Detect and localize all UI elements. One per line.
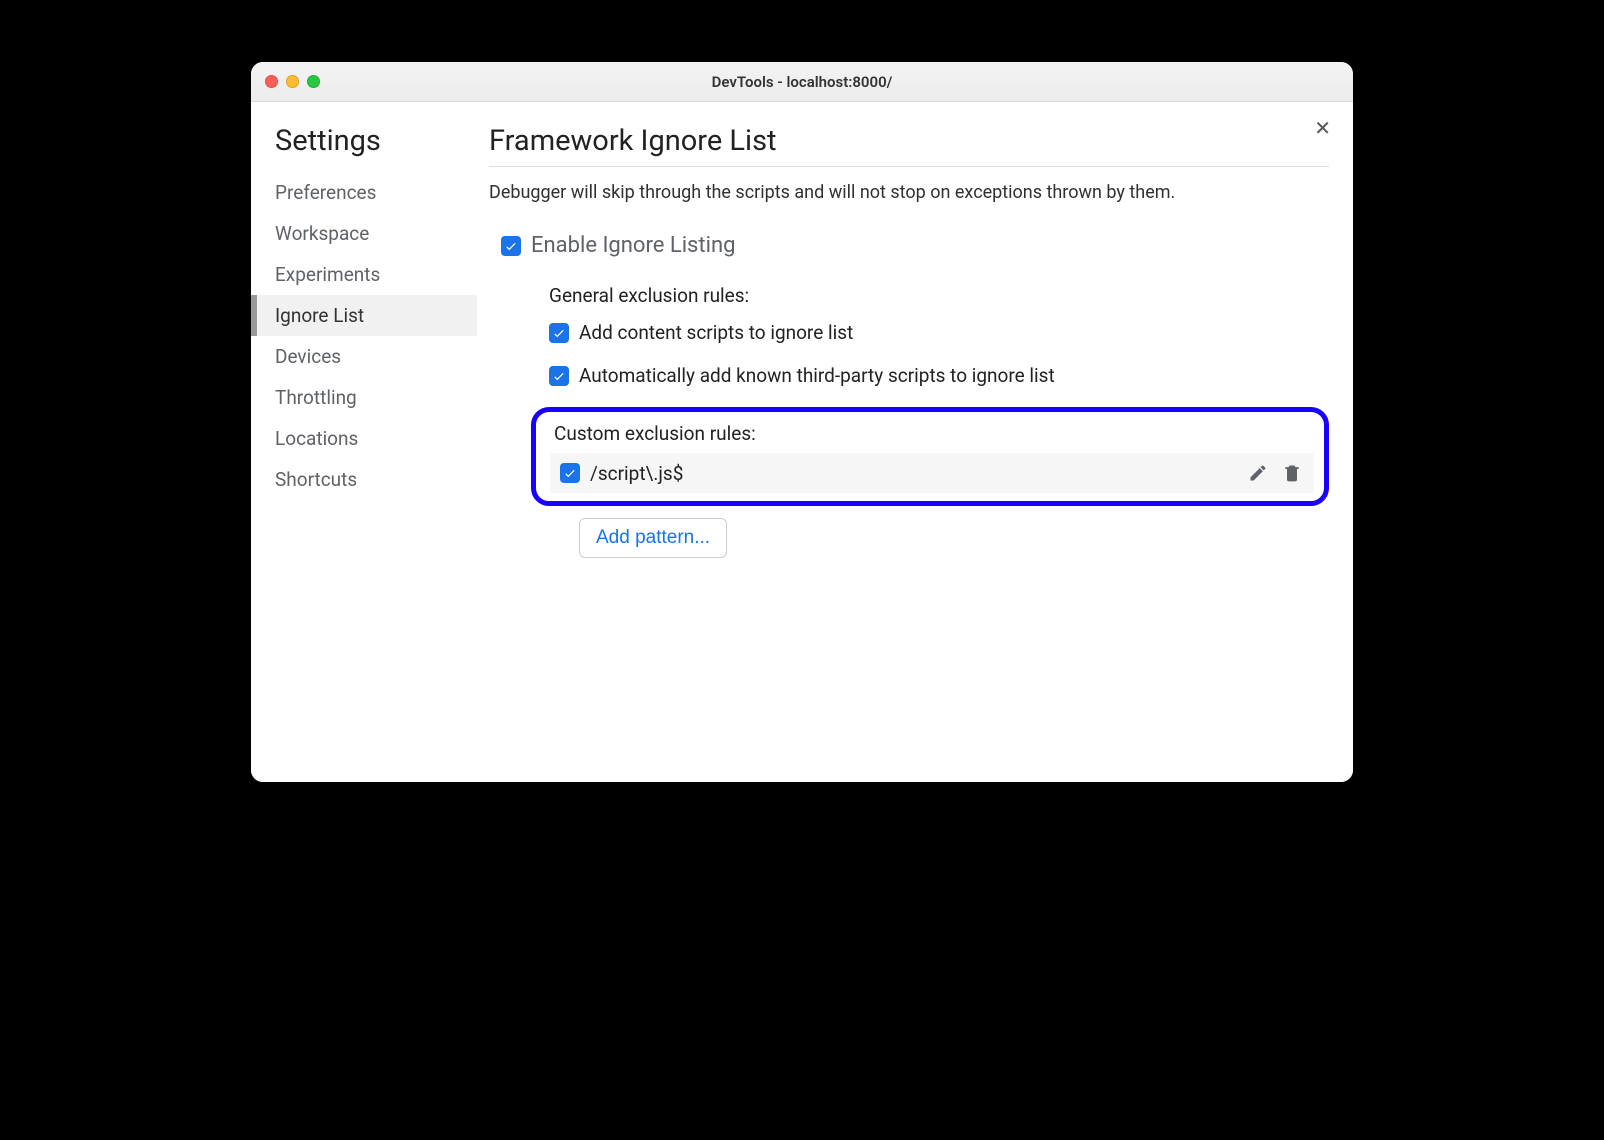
sidebar-item-devices[interactable]: Devices: [251, 336, 477, 377]
sidebar-item-ignore-list[interactable]: Ignore List: [251, 295, 477, 336]
traffic-lights: [265, 75, 320, 88]
settings-body: ✕ Settings Preferences Workspace Experim…: [251, 102, 1353, 782]
sidebar-item-shortcuts[interactable]: Shortcuts: [251, 459, 477, 500]
trash-icon: [1282, 463, 1302, 483]
enable-ignore-listing-row: Enable Ignore Listing: [501, 233, 1329, 258]
content-scripts-row: Add content scripts to ignore list: [549, 321, 1329, 344]
custom-exclusion-block: Custom exclusion rules: /script\.js$: [531, 407, 1329, 558]
custom-rule-pattern: /script\.js$: [590, 462, 1236, 485]
sidebar-item-label: Shortcuts: [275, 468, 357, 491]
maximize-window-button[interactable]: [307, 75, 320, 88]
add-pattern-button[interactable]: Add pattern...: [579, 518, 727, 558]
delete-rule-button[interactable]: [1280, 461, 1304, 485]
check-icon: [504, 239, 518, 253]
check-icon: [552, 369, 566, 383]
check-icon: [552, 326, 566, 340]
sidebar-item-label: Experiments: [275, 263, 380, 286]
minimize-window-button[interactable]: [286, 75, 299, 88]
custom-rules-highlight: Custom exclusion rules: /script\.js$: [531, 407, 1329, 506]
third-party-scripts-checkbox[interactable]: [549, 366, 569, 386]
general-exclusion-block: General exclusion rules: Add content scr…: [549, 284, 1329, 387]
third-party-scripts-label: Automatically add known third-party scri…: [579, 364, 1055, 387]
custom-rule-checkbox[interactable]: [560, 463, 580, 483]
sidebar-item-throttling[interactable]: Throttling: [251, 377, 477, 418]
third-party-scripts-row: Automatically add known third-party scri…: [549, 364, 1329, 387]
check-icon: [563, 466, 577, 480]
page-title: Framework Ignore List: [489, 124, 1329, 167]
settings-sidebar: Settings Preferences Workspace Experimen…: [251, 102, 477, 782]
window-title: DevTools - localhost:8000/: [251, 73, 1353, 91]
sidebar-item-workspace[interactable]: Workspace: [251, 213, 477, 254]
content-scripts-checkbox[interactable]: [549, 323, 569, 343]
sidebar-item-label: Devices: [275, 345, 341, 368]
general-exclusion-label: General exclusion rules:: [549, 284, 1329, 307]
sidebar-item-label: Ignore List: [275, 304, 364, 327]
sidebar-item-experiments[interactable]: Experiments: [251, 254, 477, 295]
custom-rule-row: /script\.js$: [550, 453, 1314, 493]
enable-ignore-listing-label: Enable Ignore Listing: [531, 233, 735, 258]
page-description: Debugger will skip through the scripts a…: [489, 181, 1329, 205]
titlebar: DevTools - localhost:8000/: [251, 62, 1353, 102]
content-scripts-label: Add content scripts to ignore list: [579, 321, 853, 344]
sidebar-title: Settings: [251, 124, 477, 172]
sidebar-item-label: Locations: [275, 427, 358, 450]
pencil-icon: [1248, 463, 1268, 483]
enable-ignore-listing-checkbox[interactable]: [501, 236, 521, 256]
close-window-button[interactable]: [265, 75, 278, 88]
close-icon[interactable]: ✕: [1314, 118, 1331, 138]
settings-main: Framework Ignore List Debugger will skip…: [477, 102, 1353, 782]
sidebar-item-label: Workspace: [275, 222, 369, 245]
sidebar-item-label: Preferences: [275, 181, 376, 204]
custom-exclusion-label: Custom exclusion rules:: [554, 422, 1314, 445]
sidebar-item-locations[interactable]: Locations: [251, 418, 477, 459]
sidebar-item-label: Throttling: [275, 386, 357, 409]
sidebar-item-preferences[interactable]: Preferences: [251, 172, 477, 213]
devtools-settings-window: DevTools - localhost:8000/ ✕ Settings Pr…: [251, 62, 1353, 782]
edit-rule-button[interactable]: [1246, 461, 1270, 485]
